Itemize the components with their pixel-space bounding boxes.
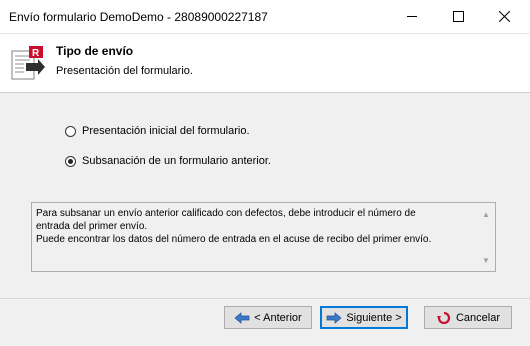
maximize-icon [453,11,464,22]
footer-divider [0,298,530,299]
arrow-right-icon [326,311,342,324]
next-button[interactable]: Siguiente > [320,306,408,329]
svg-text:R: R [32,48,40,59]
vertical-scrollbar[interactable]: ▲ ▼ [479,204,494,270]
arrow-left-icon [234,311,250,324]
minimize-button[interactable] [390,0,435,33]
info-line-3: Puede encontrar los datos del número de … [36,234,432,245]
maximize-button[interactable] [436,0,481,33]
close-icon [499,11,510,22]
previous-button[interactable]: < Anterior [224,306,312,329]
minimize-icon [407,16,417,17]
form-send-icon: R [11,46,45,80]
info-line-1: Para subsanar un envío anterior califica… [36,208,416,219]
next-label: Siguiente > [346,311,402,324]
radio-initial[interactable] [65,125,76,137]
cancel-icon [436,311,451,324]
info-textbox[interactable]: Para subsanar un envío anterior califica… [31,202,496,272]
option-correction[interactable]: Subsanación de un formulario anterior. [65,153,271,169]
dialog-window: Envío formulario DemoDemo - 280890002271… [0,0,530,346]
info-line-2: entrada del primer envío. [36,221,148,232]
option-initial-submission[interactable]: Presentación inicial del formulario. [65,123,250,139]
option-correction-label: Subsanación de un formulario anterior. [82,155,271,167]
header-title: Tipo de envío [56,44,134,58]
option-initial-label: Presentación inicial del formulario. [82,125,250,137]
scroll-up-icon[interactable]: ▲ [482,208,490,221]
submission-type-group: Presentación inicial del formulario. Sub… [55,115,335,185]
header-subtitle: Presentación del formulario. [56,65,193,77]
radio-correction[interactable] [65,155,76,167]
window-title: Envío formulario DemoDemo - 280890002271… [9,10,268,24]
wizard-header: R Tipo de envío Presentación del formula… [0,34,530,93]
cancel-button[interactable]: Cancelar [424,306,512,329]
title-bar[interactable]: Envío formulario DemoDemo - 280890002271… [0,0,530,34]
previous-label: < Anterior [254,311,302,324]
cancel-label: Cancelar [455,311,501,324]
scroll-down-icon[interactable]: ▼ [482,254,490,267]
close-button[interactable] [482,0,527,33]
